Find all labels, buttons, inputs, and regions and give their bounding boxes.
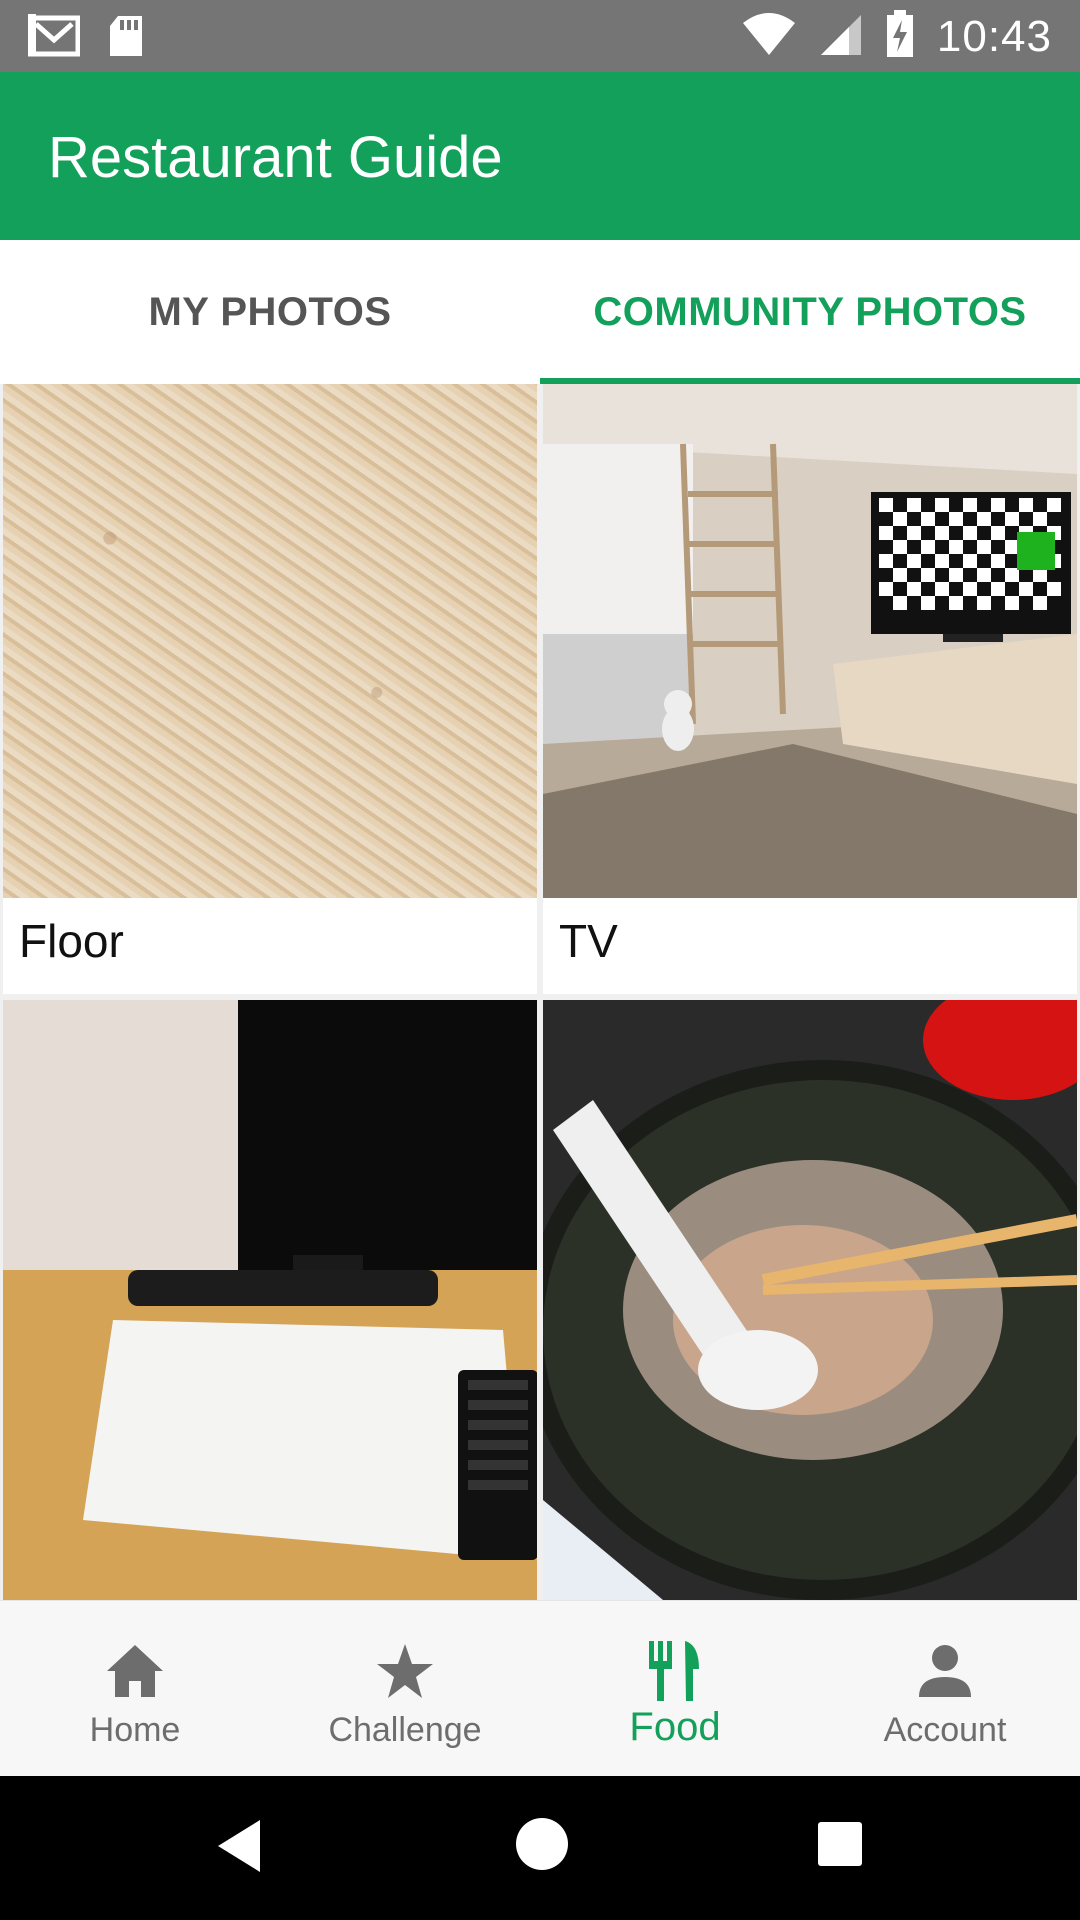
status-time: 10:43 xyxy=(936,11,1052,61)
app-title: Restaurant Guide xyxy=(48,125,503,190)
photo-desk xyxy=(3,1000,537,1600)
back-icon[interactable] xyxy=(214,1818,264,1879)
nav-home[interactable]: Home xyxy=(0,1601,270,1777)
recents-icon[interactable] xyxy=(816,1820,864,1873)
nav-account[interactable]: Account xyxy=(810,1601,1080,1777)
nav-label: Account xyxy=(883,1711,1007,1749)
home-circle-icon[interactable] xyxy=(514,1816,570,1877)
photo-soup xyxy=(543,1000,1077,1600)
person-icon xyxy=(917,1641,973,1701)
photo-floor xyxy=(3,384,537,898)
battery-charging-icon xyxy=(885,10,915,63)
cell-signal-icon xyxy=(819,11,863,62)
photo-grid: Floor TV xyxy=(0,384,1080,1600)
tab-label: COMMUNITY PHOTOS xyxy=(593,289,1027,334)
photo-card[interactable]: Floor xyxy=(3,384,537,994)
nav-food[interactable]: Food xyxy=(540,1601,810,1777)
sd-card-icon xyxy=(108,14,144,63)
star-icon xyxy=(375,1641,435,1701)
bottom-navigation: Home Challenge Food Account xyxy=(0,1600,1080,1777)
nav-label: Home xyxy=(89,1711,181,1749)
system-navigation-bar xyxy=(0,1776,1080,1920)
tab-label: MY PHOTOS xyxy=(148,289,392,334)
photo-card[interactable] xyxy=(543,1000,1077,1600)
gmail-icon xyxy=(27,14,81,63)
tab-bar: MY PHOTOS COMMUNITY PHOTOS xyxy=(0,240,1080,384)
photo-tv xyxy=(543,384,1077,898)
status-right-icons: 10:43 xyxy=(741,10,1052,63)
photo-caption: Floor xyxy=(19,915,124,967)
wifi-icon xyxy=(741,11,797,62)
photo-caption: TV xyxy=(559,915,618,967)
tab-my-photos[interactable]: MY PHOTOS xyxy=(0,240,540,384)
tab-community-photos[interactable]: COMMUNITY PHOTOS xyxy=(540,240,1080,384)
home-icon xyxy=(105,1641,165,1701)
photo-card[interactable] xyxy=(3,1000,537,1600)
nav-label: Challenge xyxy=(328,1711,482,1749)
status-left-icons xyxy=(27,14,144,63)
app-bar: Restaurant Guide xyxy=(0,72,1080,240)
nav-challenge[interactable]: Challenge xyxy=(270,1601,540,1777)
photo-card[interactable]: TV xyxy=(543,384,1077,994)
status-bar: 10:43 xyxy=(0,0,1080,72)
fork-knife-icon xyxy=(645,1641,705,1701)
nav-label: Food xyxy=(629,1705,721,1749)
